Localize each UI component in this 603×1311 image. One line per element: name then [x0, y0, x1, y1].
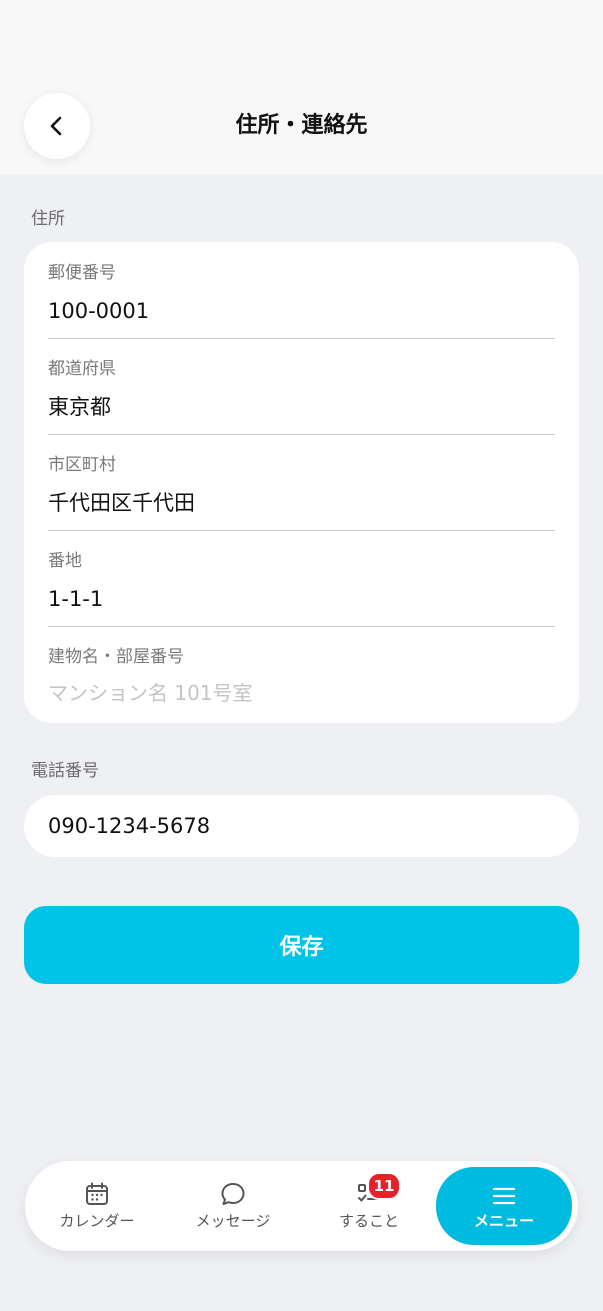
street-value[interactable]: 1-1-1 [48, 585, 103, 613]
building-input-placeholder[interactable]: マンション名 101号室 [48, 679, 253, 707]
address-section-label: 住所 [31, 209, 65, 229]
chat-bubble-icon [221, 1183, 245, 1205]
street-field[interactable]: 番地 1-1-1 [48, 549, 555, 625]
city-value[interactable]: 千代田区千代田 [48, 489, 195, 517]
prefecture-value[interactable]: 東京都 [48, 393, 111, 421]
city-field[interactable]: 市区町村 千代田区千代田 [48, 453, 555, 529]
postal-code-label: 郵便番号 [48, 263, 116, 283]
address-card: 郵便番号 100-0001 都道府県 東京都 市区町村 千代田区千代田 番地 1… [24, 242, 579, 723]
divider [48, 338, 555, 339]
header-bar: 住所・連絡先 [0, 0, 603, 174]
postal-code-value[interactable]: 100-0001 [48, 297, 149, 325]
nav-label-todo: すること [338, 1212, 399, 1230]
building-label: 建物名・部屋番号 [48, 647, 184, 667]
phone-section-label: 電話番号 [31, 761, 99, 781]
nav-label-menu: メニュー [473, 1212, 534, 1230]
nav-item-messages[interactable]: メッセージ [165, 1161, 301, 1251]
city-label: 市区町村 [48, 455, 116, 475]
nav-item-todo[interactable]: すること [301, 1161, 437, 1251]
divider [48, 434, 555, 435]
divider [48, 530, 555, 531]
calendar-icon [86, 1182, 108, 1205]
nav-label-calendar: カレンダー [59, 1212, 135, 1230]
nav-item-menu[interactable]: メニュー [436, 1167, 572, 1245]
todo-count-badge: 11 [367, 1172, 401, 1200]
prefecture-label: 都道府県 [48, 359, 116, 379]
phone-field[interactable]: 090-1234-5678 [24, 795, 579, 857]
phone-value[interactable]: 090-1234-5678 [48, 812, 210, 840]
building-field[interactable]: 建物名・部屋番号 マンション名 101号室 [48, 645, 555, 715]
nav-item-calendar[interactable]: カレンダー [29, 1161, 165, 1251]
save-button[interactable]: 保存 [24, 906, 579, 984]
menu-icon [492, 1187, 516, 1205]
prefecture-field[interactable]: 都道府県 東京都 [48, 357, 555, 433]
street-label: 番地 [48, 551, 82, 571]
bottom-nav: カレンダー メッセージ すること 11 メニュー [25, 1161, 578, 1251]
nav-label-messages: メッセージ [195, 1212, 271, 1230]
postal-code-field[interactable]: 郵便番号 100-0001 [48, 261, 555, 337]
page-title: 住所・連絡先 [235, 113, 368, 138]
divider [48, 626, 555, 627]
